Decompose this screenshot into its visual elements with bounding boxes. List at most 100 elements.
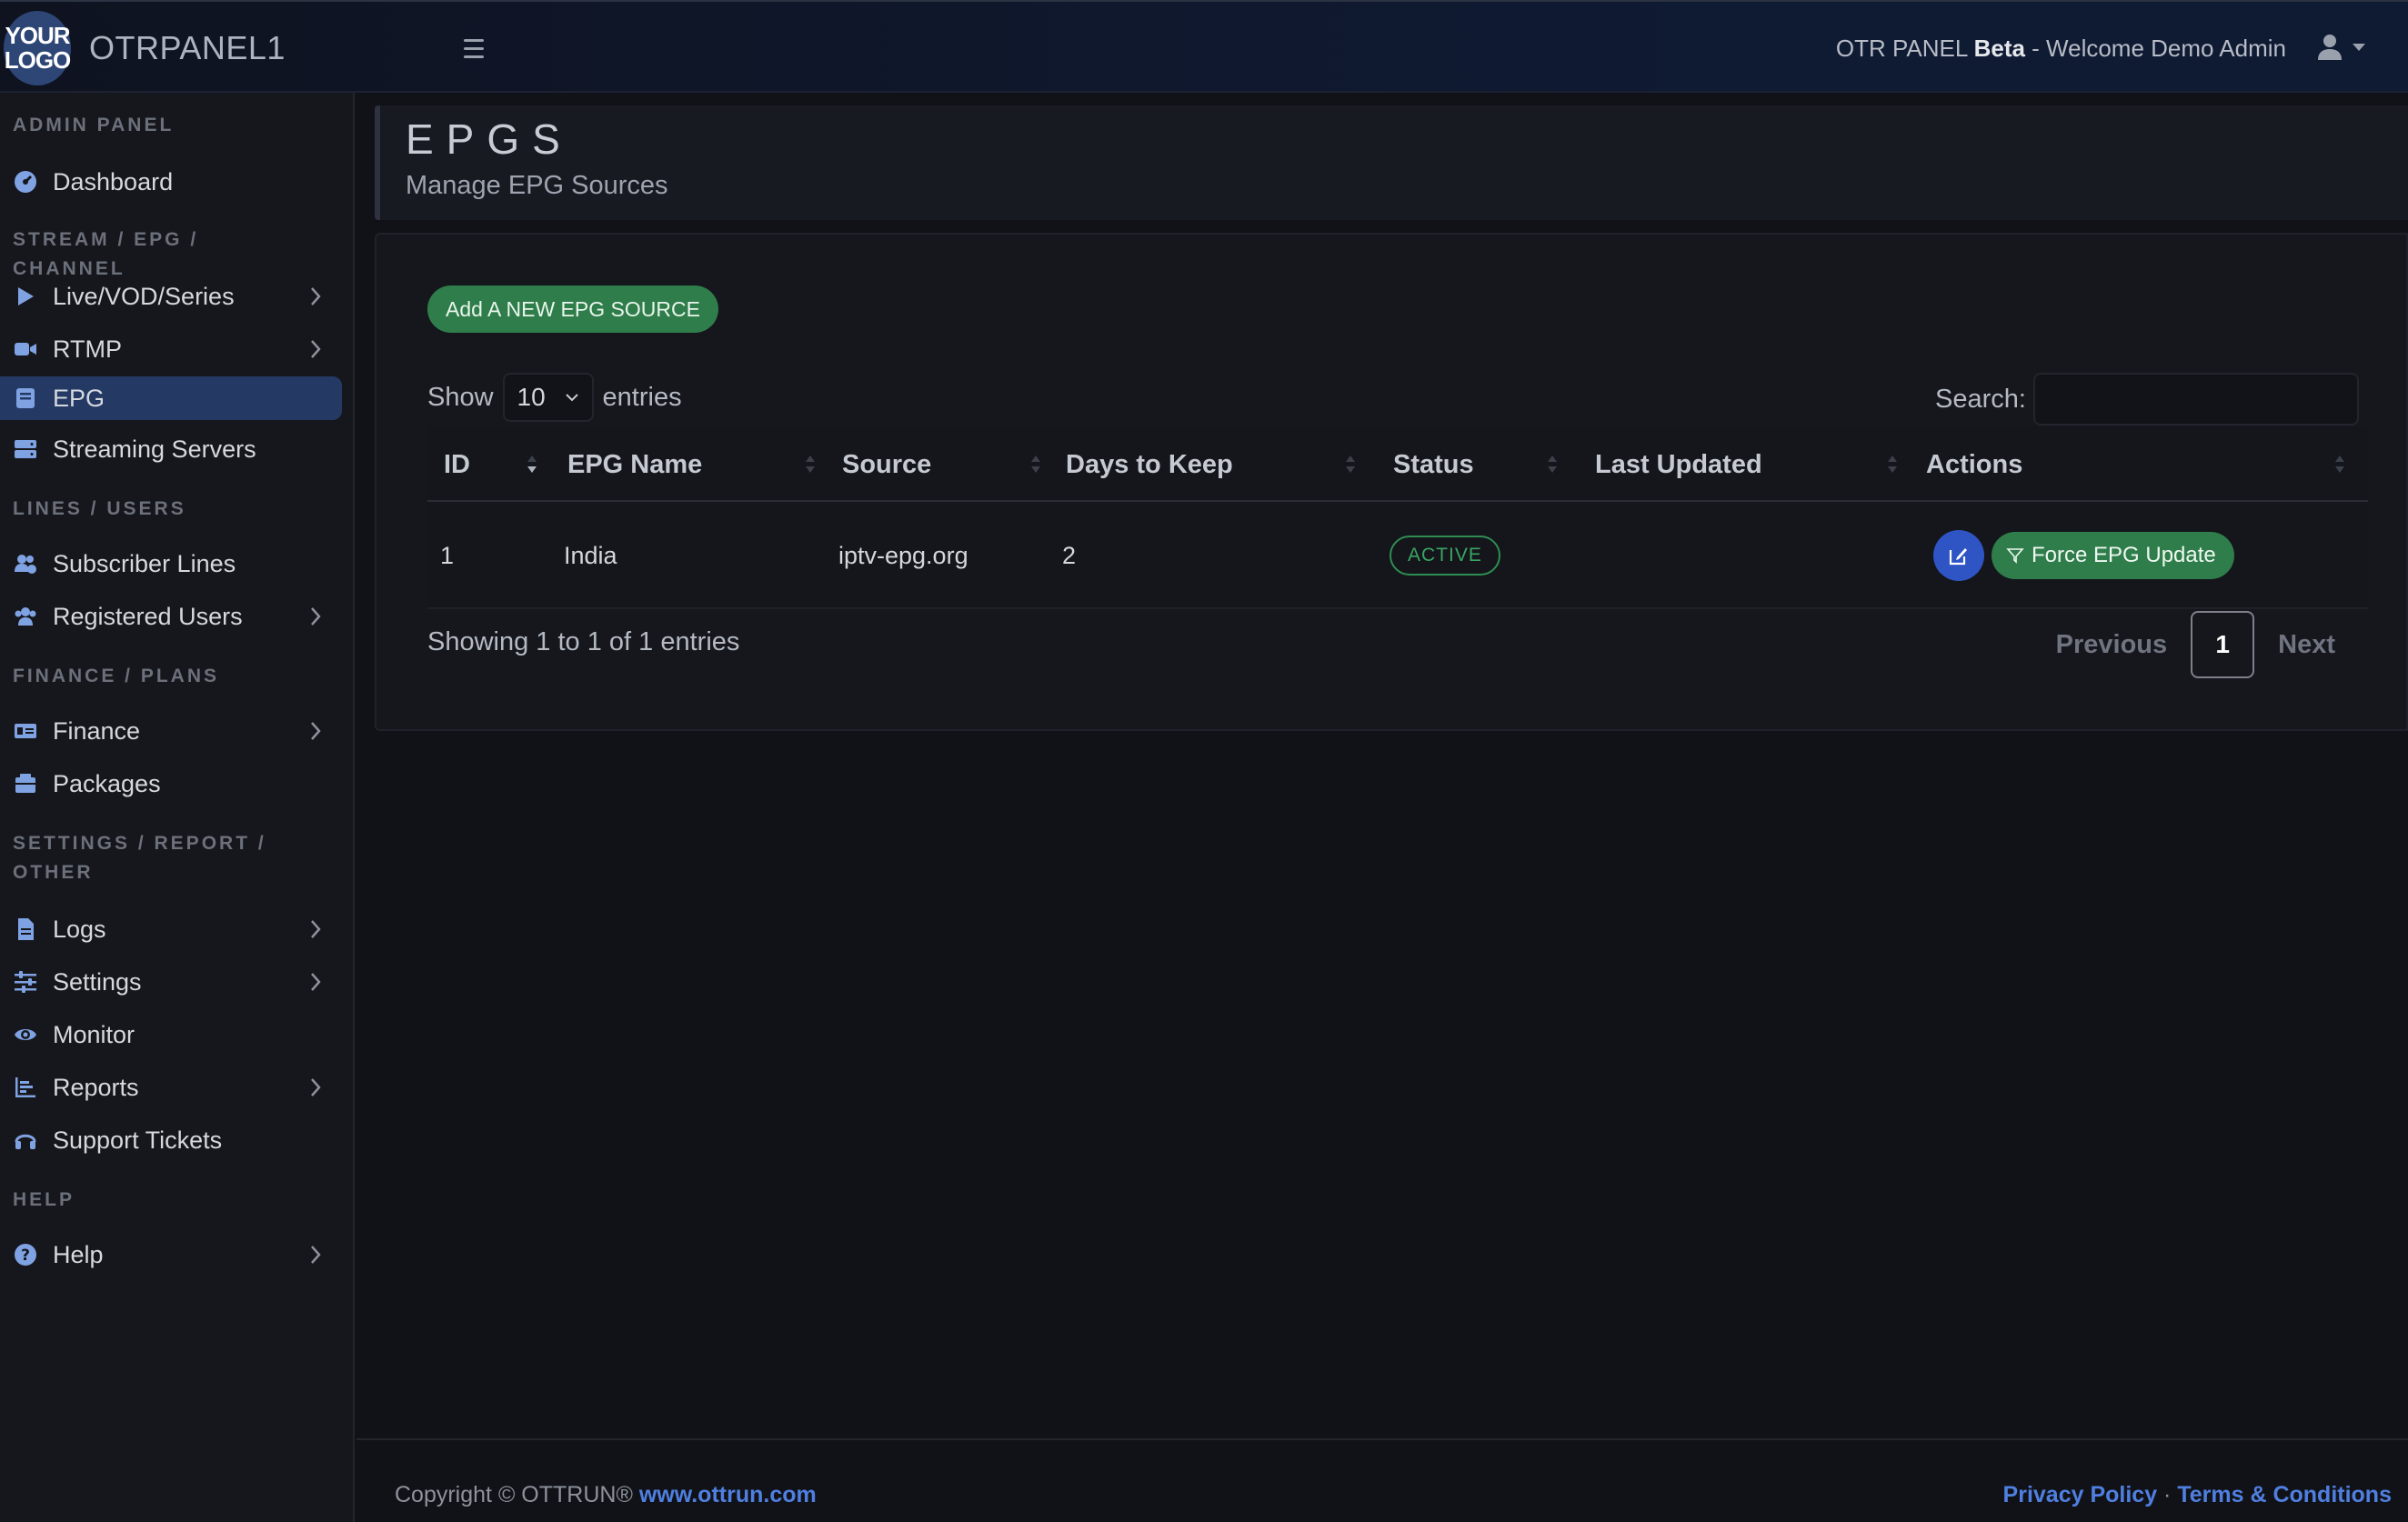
sort-icon bbox=[1888, 456, 1897, 473]
sidebar-item-label: RTMP bbox=[53, 335, 123, 363]
sidebar-item-live-vod-series[interactable]: Live/VOD/Series bbox=[0, 275, 342, 318]
add-epg-source-button[interactable]: Add A NEW EPG SOURCE bbox=[427, 285, 718, 333]
sidebar: ADMIN PANEL Dashboard STREAM / EPG / CHA… bbox=[0, 93, 355, 1522]
chevron-right-icon bbox=[311, 287, 321, 305]
cell-days-to-keep: 2 bbox=[1062, 541, 1077, 569]
sidebar-item-label: Registered Users bbox=[53, 602, 243, 630]
sidebar-item-label: Live/VOD/Series bbox=[53, 282, 235, 310]
sort-icon bbox=[1346, 456, 1355, 473]
svg-text:?: ? bbox=[21, 1247, 30, 1265]
sidebar-item-packages[interactable]: Packages bbox=[0, 762, 342, 806]
epg-table: ID EPG Name Source Days to Keep Status L… bbox=[427, 427, 2368, 609]
entries-select[interactable]: 10 bbox=[502, 373, 594, 422]
sidebar-item-support-tickets[interactable]: Support Tickets bbox=[0, 1118, 342, 1162]
sidebar-item-finance[interactable]: Finance bbox=[0, 709, 342, 753]
sidebar-item-label: EPG bbox=[53, 384, 105, 412]
column-header-last-updated[interactable]: Last Updated bbox=[1595, 427, 1910, 502]
play-icon bbox=[13, 284, 38, 309]
cell-epg-name: India bbox=[564, 541, 617, 569]
force-epg-update-button[interactable]: Force EPG Update bbox=[1992, 532, 2234, 579]
sidebar-item-dashboard[interactable]: Dashboard bbox=[0, 160, 342, 204]
top-navbar: YOUR LOGO OTRPANEL1 OTR PANEL Beta - Wel… bbox=[0, 0, 2408, 93]
sort-icon bbox=[1031, 456, 1040, 473]
column-header-days-to-keep[interactable]: Days to Keep bbox=[1066, 427, 1368, 502]
filter-icon bbox=[2006, 548, 2024, 564]
chart-bar-icon bbox=[13, 1075, 38, 1100]
terms-link[interactable]: Terms & Conditions bbox=[2177, 1482, 2392, 1507]
sidebar-item-label: Reports bbox=[53, 1073, 139, 1101]
search-control: Search: bbox=[1935, 373, 2359, 426]
chevron-right-icon bbox=[311, 1078, 321, 1096]
cell-id: 1 bbox=[440, 541, 455, 569]
sidebar-item-streaming-servers[interactable]: Streaming Servers bbox=[0, 427, 342, 471]
edit-icon bbox=[1949, 548, 1967, 566]
welcome-beta: Beta bbox=[1973, 35, 2025, 62]
sidebar-item-label: Logs bbox=[53, 915, 106, 943]
sidebar-item-registered-users[interactable]: Registered Users bbox=[0, 595, 342, 638]
site-link[interactable]: www.ottrun.com bbox=[639, 1482, 817, 1507]
chevron-right-icon bbox=[311, 973, 321, 991]
user-menu-button[interactable] bbox=[2317, 29, 2381, 65]
table-row: 1 India iptv-epg.org 2 ACTIVE Force EPG … bbox=[427, 502, 2368, 609]
edit-button[interactable] bbox=[1933, 530, 1984, 581]
logo-line-1: YOUR bbox=[5, 22, 70, 49]
previous-page-button[interactable]: Previous bbox=[2032, 611, 2192, 678]
brand-name[interactable]: OTRPANEL1 bbox=[89, 29, 286, 67]
column-header-id[interactable]: ID bbox=[444, 427, 544, 502]
file-icon bbox=[13, 916, 38, 942]
page-title: EPGS bbox=[406, 115, 573, 163]
server-icon bbox=[13, 436, 38, 462]
sidebar-item-help[interactable]: ? Help bbox=[0, 1233, 342, 1277]
entries-label: entries bbox=[602, 382, 682, 412]
cell-actions: Force EPG Update bbox=[1933, 502, 2234, 609]
sort-icon bbox=[2335, 456, 2344, 473]
sidebar-item-rtmp[interactable]: RTMP bbox=[0, 327, 342, 371]
column-header-label: Status bbox=[1393, 449, 1474, 479]
chevron-right-icon bbox=[311, 722, 321, 740]
column-header-label: ID bbox=[444, 449, 470, 479]
epg-card: Add A NEW EPG SOURCE Show 10 entries Sea… bbox=[375, 233, 2408, 731]
chevron-right-icon bbox=[311, 1246, 321, 1264]
sidebar-item-settings[interactable]: Settings bbox=[0, 960, 342, 1004]
sidebar-item-reports[interactable]: Reports bbox=[0, 1066, 342, 1109]
sidebar-heading-admin: ADMIN PANEL bbox=[13, 115, 175, 135]
footer: Copyright © OTTRUN® www.ottrun.com Priva… bbox=[356, 1438, 2408, 1522]
sidebar-item-subscriber-lines[interactable]: Subscriber Lines bbox=[0, 542, 342, 586]
user-icon bbox=[2318, 35, 2342, 60]
column-header-label: Actions bbox=[1926, 449, 2023, 479]
users-cog-icon bbox=[13, 551, 38, 576]
column-header-status[interactable]: Status bbox=[1393, 427, 1582, 502]
settings-heading-line-2: OTHER bbox=[13, 862, 94, 883]
show-label: Show bbox=[427, 382, 494, 412]
sliders-icon bbox=[13, 969, 38, 995]
money-bill-icon bbox=[13, 718, 38, 744]
brand-logo[interactable]: YOUR LOGO bbox=[4, 11, 71, 85]
question-circle-icon: ? bbox=[13, 1242, 38, 1267]
menu-toggle-icon[interactable] bbox=[458, 33, 489, 64]
box-icon bbox=[13, 771, 38, 796]
chevron-down-icon bbox=[565, 394, 578, 402]
chevron-right-icon bbox=[311, 340, 321, 358]
page-button-current[interactable]: 1 bbox=[2191, 611, 2255, 678]
sidebar-item-epg[interactable]: EPG bbox=[0, 376, 342, 420]
sidebar-heading-lines: LINES / USERS bbox=[13, 498, 186, 519]
sidebar-item-label: Monitor bbox=[53, 1020, 135, 1048]
sidebar-heading-help: HELP bbox=[13, 1189, 75, 1210]
settings-heading-line-1: SETTINGS / REPORT / bbox=[13, 833, 266, 854]
footer-separator: · bbox=[2157, 1482, 2178, 1507]
sidebar-item-logs[interactable]: Logs bbox=[0, 907, 342, 951]
page-subtitle: Manage EPG Sources bbox=[406, 171, 668, 200]
column-header-label: EPG Name bbox=[567, 449, 703, 479]
column-header-actions[interactable]: Actions bbox=[1926, 427, 2368, 502]
next-page-button[interactable]: Next bbox=[2254, 611, 2359, 678]
sidebar-item-label: Streaming Servers bbox=[53, 435, 256, 463]
search-input[interactable] bbox=[2033, 373, 2359, 426]
sort-icon bbox=[1548, 456, 1557, 473]
sidebar-heading-settings: SETTINGS / REPORT / OTHER bbox=[13, 829, 313, 887]
welcome-text: OTR PANEL Beta - Welcome Demo Admin bbox=[1836, 35, 2286, 63]
column-header-epg-name[interactable]: EPG Name bbox=[567, 427, 822, 502]
sidebar-item-monitor[interactable]: Monitor bbox=[0, 1013, 342, 1056]
column-header-source[interactable]: Source bbox=[842, 427, 1051, 502]
privacy-policy-link[interactable]: Privacy Policy bbox=[2003, 1482, 2158, 1507]
cell-status: ACTIVE bbox=[1390, 502, 1500, 609]
